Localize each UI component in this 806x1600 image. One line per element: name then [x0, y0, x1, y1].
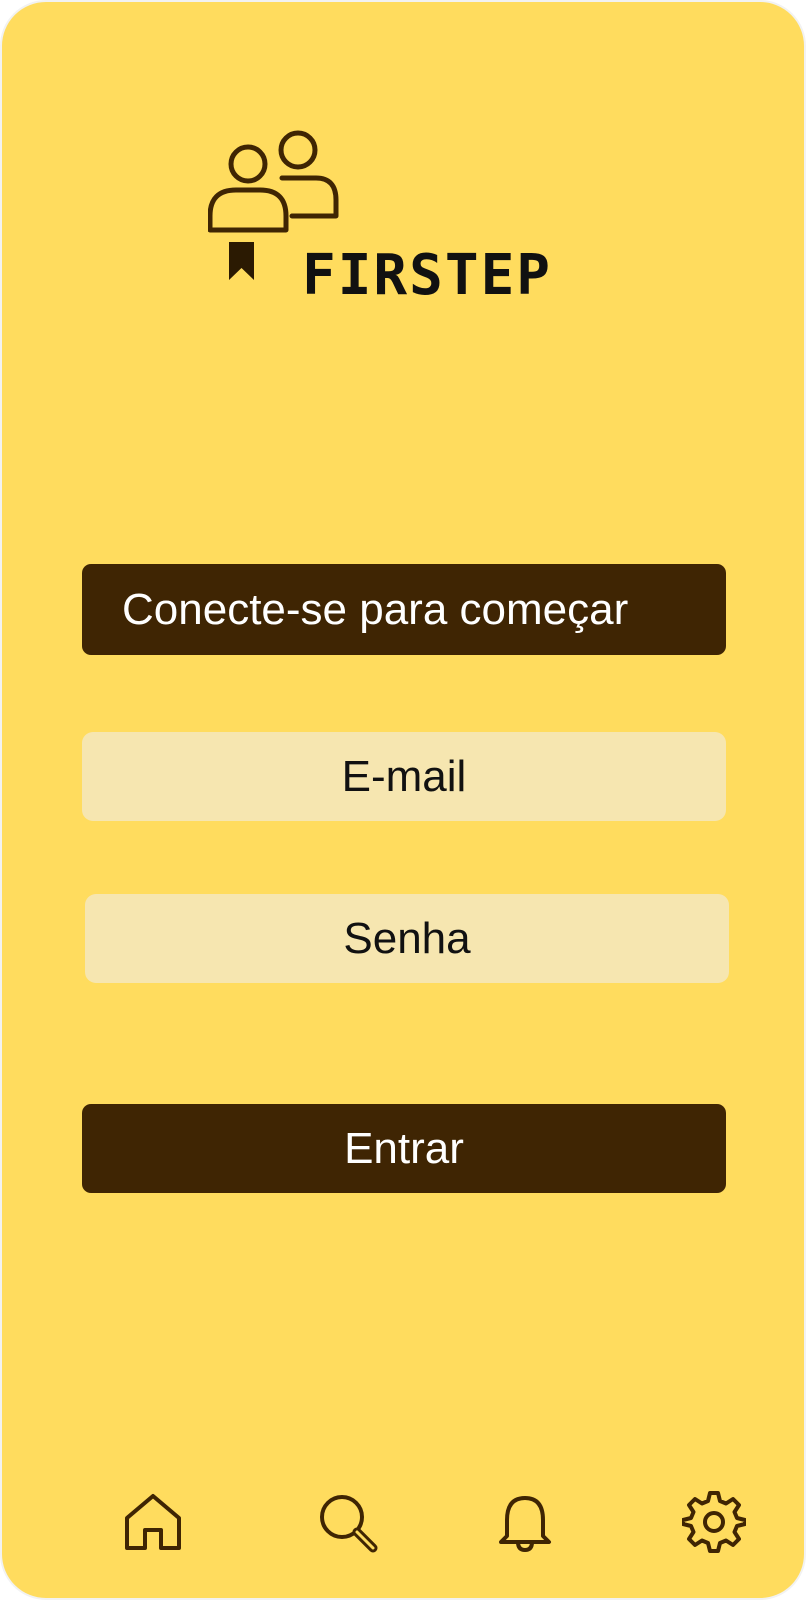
nav-home-button[interactable]: [119, 1488, 187, 1556]
bell-icon: [499, 1496, 551, 1553]
connect-banner: Conecte-se para começar: [82, 564, 726, 655]
search-icon: [320, 1495, 378, 1553]
brand-wordmark: FIRSTEP: [302, 243, 553, 308]
nav-notifications-button[interactable]: [491, 1488, 559, 1556]
bottom-navigation: [2, 1488, 804, 1568]
enter-button[interactable]: Entrar: [82, 1104, 726, 1193]
nav-settings-button[interactable]: [680, 1488, 748, 1556]
email-field[interactable]: E-mail: [82, 732, 726, 821]
app-screen: FIRSTEP Conecte-se para começar E-mail S…: [0, 0, 806, 1600]
brand-logo: FIRSTEP: [208, 128, 588, 308]
password-field[interactable]: Senha: [85, 894, 729, 983]
gear-icon: [682, 1491, 746, 1553]
nav-search-button[interactable]: [313, 1488, 381, 1556]
home-icon: [125, 1494, 181, 1550]
